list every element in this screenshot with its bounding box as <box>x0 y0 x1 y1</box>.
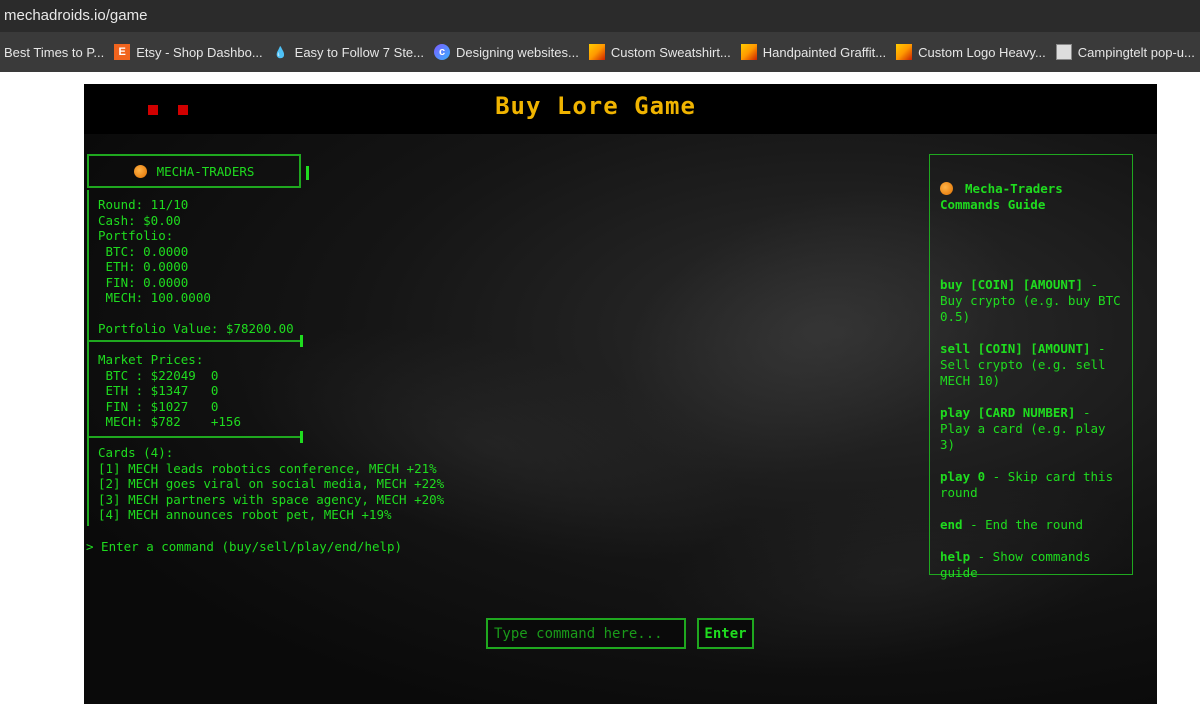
bookmark-item[interactable]: c Designing websites... <box>430 32 585 72</box>
portfolio-section: Round: 11/10 Cash: $0.00 Portfolio: BTC:… <box>87 190 301 340</box>
guide-title: Mecha-Traders <box>940 181 1122 197</box>
panel-header-label: MECHA-TRADERS <box>156 163 255 179</box>
panel-tab <box>306 166 309 180</box>
graffiti-icon <box>588 44 605 60</box>
market-section: Market Prices: BTC : $22049 0 ETH : $134… <box>87 342 301 436</box>
address-bar[interactable]: mechadroids.io/game <box>0 0 1200 32</box>
bookmark-label: Custom Logo Heavy... <box>918 44 1046 60</box>
guide-item: buy [COIN] [AMOUNT] - Buy crypto (e.g. b… <box>940 277 1121 324</box>
page-icon <box>1055 44 1072 60</box>
holding-row: MECH: 100.0000 <box>98 290 211 305</box>
guide-item: help - Show commands guide <box>940 549 1091 580</box>
guide-item: sell [COIN] [AMOUNT] - Sell crypto (e.g.… <box>940 341 1106 388</box>
coin-icon <box>133 164 147 178</box>
price-row: FIN : $1027 0 <box>98 398 219 414</box>
card-item: [1] MECH leads robotics conference, MECH… <box>98 460 437 476</box>
bookmark-item[interactable]: Best Times to P... <box>0 32 110 72</box>
c-logo-icon: c <box>434 44 450 60</box>
holding-row: ETH: 0.0000 <box>98 259 189 274</box>
holding-row: BTC: 0.0000 <box>98 243 189 259</box>
panel-header: MECHA-TRADERS <box>87 154 309 188</box>
bookmark-item[interactable]: Campingtelt pop-u... <box>1052 32 1200 72</box>
coin-icon <box>940 182 953 195</box>
bookmark-item[interactable]: Custom Logo Heavy... <box>892 32 1052 72</box>
bookmarks-bar: Best Times to P... E Etsy - Shop Dashbo..… <box>0 32 1200 72</box>
round-text: Round: 11/10 <box>98 197 189 212</box>
cash-text: Cash: $0.00 <box>98 212 181 228</box>
commands-guide: Mecha-Traders Commands Guide buy [COIN] … <box>929 154 1133 580</box>
command-prompt: > Enter a command (buy/sell/play/end/hel… <box>86 539 403 554</box>
game-canvas: Buy Lore Game MECHA-TRADERS Round: 11/10… <box>84 84 1157 704</box>
price-row: BTC : $22049 0 <box>98 367 219 383</box>
price-row: MECH: $782 +156 <box>98 414 241 429</box>
water-drop-icon: 💧 <box>273 46 288 59</box>
price-row: ETH : $1347 0 <box>98 383 219 398</box>
holding-row: FIN: 0.0000 <box>98 274 189 290</box>
guide-item: play 0 - Skip card this round <box>940 469 1114 500</box>
enter-button[interactable]: Enter <box>697 618 754 649</box>
portfolio-label: Portfolio: <box>98 228 174 243</box>
bookmark-item[interactable]: E Etsy - Shop Dashbo... <box>110 32 268 72</box>
card-item: [2] MECH goes viral on social media, MEC… <box>98 476 445 491</box>
bookmark-item[interactable]: 💧 Easy to Follow 7 Ste... <box>269 32 430 72</box>
card-item: [4] MECH announces robot pet, MECH +19% <box>98 507 392 522</box>
graffiti-icon <box>740 44 757 60</box>
guide-item: play [CARD NUMBER] - Play a card (e.g. p… <box>940 405 1106 452</box>
graffiti-icon <box>896 44 913 60</box>
cards-section: Cards (4): [1] MECH leads robotics confe… <box>87 438 445 526</box>
command-input[interactable] <box>486 618 686 649</box>
bookmark-label: Easy to Follow 7 Ste... <box>294 44 424 60</box>
guide-title-line: Mecha-Traders <box>965 181 1063 196</box>
game-header: Buy Lore Game <box>84 84 1157 134</box>
guide-item: end - End the round <box>940 517 1083 532</box>
bookmark-label: Handpainted Graffit... <box>762 44 887 60</box>
bookmark-label: Etsy - Shop Dashbo... <box>136 44 263 60</box>
card-item: [3] MECH partners with space agency, MEC… <box>98 491 445 507</box>
bookmark-label: Campingtelt pop-u... <box>1077 44 1195 60</box>
bookmark-label: Designing websites... <box>456 44 579 60</box>
etsy-icon: E <box>114 44 131 60</box>
market-label: Market Prices: <box>98 352 204 367</box>
bookmark-item[interactable]: Handpainted Graffit... <box>737 32 892 72</box>
bookmark-label: Best Times to P... <box>4 44 105 60</box>
bookmark-item[interactable]: Custom Sweatshirt... <box>585 32 737 72</box>
game-title: Buy Lore Game <box>495 92 696 120</box>
bookmark-label: Custom Sweatshirt... <box>610 44 731 60</box>
guide-subtitle: Commands Guide <box>940 197 1046 212</box>
portfolio-value: Portfolio Value: $78200.00 <box>98 321 294 336</box>
cards-label: Cards (4): <box>98 445 174 460</box>
